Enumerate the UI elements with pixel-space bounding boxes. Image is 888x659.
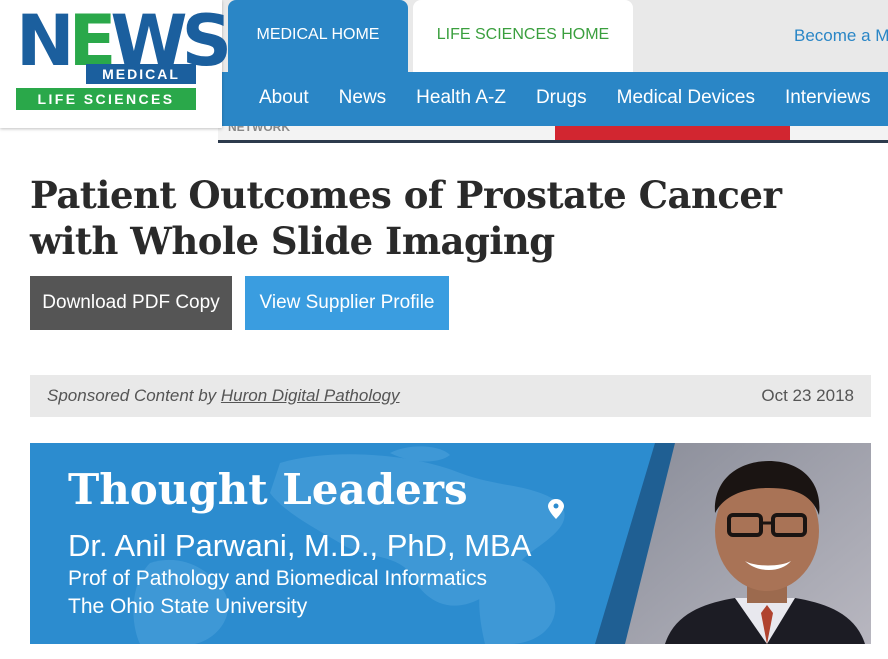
logo-life-sciences-band: LIFE SCIENCES xyxy=(16,88,196,110)
become-member-link[interactable]: Become a M xyxy=(794,0,888,72)
sponsor-prefix: Sponsored Content by xyxy=(47,386,217,405)
article-date: Oct 23 2018 xyxy=(761,386,854,405)
tab-life-sciences-home[interactable]: LIFE SCIENCES HOME xyxy=(413,0,633,72)
main-nav: About News Health A-Z Drugs Medical Devices I… xyxy=(222,72,888,126)
hero-title: Thought Leaders xyxy=(68,465,468,514)
nav-item-news[interactable]: News xyxy=(324,72,402,124)
sponsor-text: Sponsored Content by Huron Digital Patho… xyxy=(47,375,400,417)
article-title: Patient Outcomes of Prostate Cancer with… xyxy=(30,173,782,263)
nav-item-health-a-z[interactable]: Health A-Z xyxy=(401,72,521,124)
nav-item-about[interactable]: About xyxy=(222,72,324,124)
tab-medical-home[interactable]: MEDICAL HOME xyxy=(228,0,408,72)
nav-item-drugs[interactable]: Drugs xyxy=(521,72,602,124)
sponsor-link[interactable]: Huron Digital Pathology xyxy=(221,386,400,405)
site-header: NEWS MEDICAL LIFE SCIENCES MEDICAL HOME … xyxy=(0,0,888,143)
nav-item-medical-devices[interactable]: Medical Devices xyxy=(602,72,770,124)
thought-leaders-hero: Thought Leaders Dr. Anil Parwani, M.D., … xyxy=(30,443,871,644)
hero-person-affiliation: The Ohio State University xyxy=(68,595,308,618)
hero-person-role: Prof of Pathology and Biomedical Informa… xyxy=(68,567,488,590)
portrait-photo xyxy=(595,443,871,644)
logo-medical-band: MEDICAL xyxy=(86,64,196,84)
sponsor-bar: Sponsored Content by Huron Digital Patho… xyxy=(30,375,871,417)
download-pdf-button[interactable]: Download PDF Copy xyxy=(30,276,232,330)
hero-person-name: Dr. Anil Parwani, M.D., PhD, MBA xyxy=(68,528,532,563)
site-logo[interactable]: NEWS MEDICAL LIFE SCIENCES xyxy=(0,0,232,128)
nav-item-interviews[interactable]: Interviews xyxy=(770,72,886,124)
view-supplier-profile-button[interactable]: View Supplier Profile xyxy=(245,276,449,330)
